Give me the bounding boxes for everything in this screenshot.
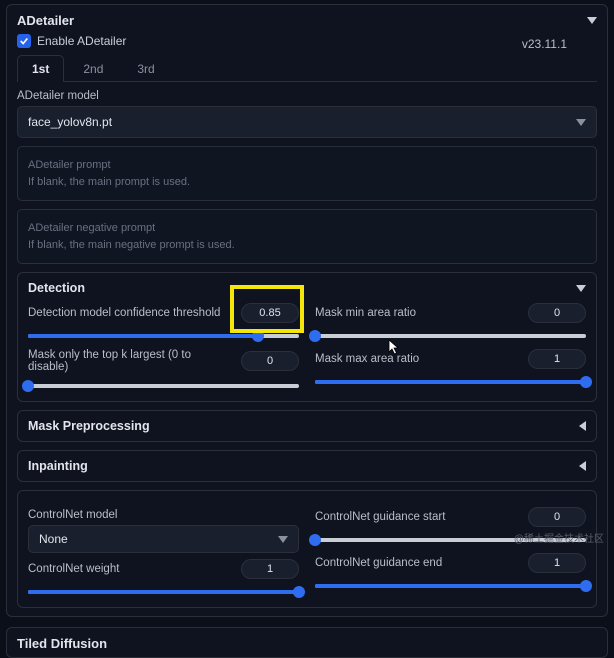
model-select[interactable]: face_yolov8n.pt [17, 106, 597, 138]
prompt-textarea[interactable]: ADetailer prompt If blank, the main prom… [17, 146, 597, 201]
controlnet-section: ControlNet model None ControlNet weight … [17, 490, 597, 608]
tiled-diffusion-header[interactable]: Tiled Diffusion [17, 636, 597, 651]
confidence-value[interactable]: 0.85 [241, 303, 299, 323]
adetailer-panel: ADetailer Enable ADetailer v23.11.1 1st … [6, 4, 608, 617]
prompt-placeholder-line1: ADetailer prompt [28, 157, 586, 174]
prompt-placeholder-line2: If blank, the main prompt is used. [28, 174, 586, 191]
neg-prompt-textarea[interactable]: ADetailer negative prompt If blank, the … [17, 209, 597, 264]
controlnet-gstart-value[interactable]: 0 [528, 507, 586, 527]
detection-title: Detection [28, 281, 85, 295]
controlnet-gstart-label: ControlNet guidance start [315, 511, 520, 523]
tiled-diffusion-panel: Tiled Diffusion [6, 627, 608, 658]
controlnet-gend-slider[interactable] [315, 579, 586, 593]
tab-1st[interactable]: 1st [17, 55, 64, 82]
tiled-diffusion-title: Tiled Diffusion [17, 636, 107, 651]
controlnet-gend-label: ControlNet guidance end [315, 557, 520, 569]
expand-icon [579, 461, 586, 471]
version-label: v23.11.1 [522, 37, 567, 51]
inpainting-title: Inpainting [28, 459, 88, 473]
minarea-slider[interactable] [315, 329, 586, 343]
detection-header[interactable]: Detection [28, 281, 586, 295]
neg-prompt-placeholder-line2: If blank, the main negative prompt is us… [28, 237, 586, 254]
topk-slider[interactable] [28, 379, 299, 393]
minarea-value[interactable]: 0 [528, 303, 586, 323]
model-label: ADetailer model [17, 90, 597, 102]
enable-adetailer-checkbox[interactable] [17, 34, 31, 48]
neg-prompt-placeholder-line1: ADetailer negative prompt [28, 220, 586, 237]
adetailer-panel-header[interactable]: ADetailer [17, 13, 597, 28]
controlnet-weight-label: ControlNet weight [28, 563, 233, 575]
model-value: face_yolov8n.pt [28, 115, 112, 129]
mask-preprocessing-title: Mask Preprocessing [28, 419, 150, 433]
detection-section: Detection Detection model confidence thr… [17, 272, 597, 402]
tab-3rd[interactable]: 3rd [122, 55, 169, 82]
confidence-slider[interactable] [28, 329, 299, 343]
maxarea-value[interactable]: 1 [528, 349, 586, 369]
inpainting-section: Inpainting [17, 450, 597, 482]
tab-2nd[interactable]: 2nd [68, 55, 118, 82]
topk-value[interactable]: 0 [241, 351, 299, 371]
adetailer-tabs: 1st 2nd 3rd [17, 54, 597, 82]
mask-preprocessing-section: Mask Preprocessing [17, 410, 597, 442]
collapse-icon [576, 285, 586, 292]
enable-adetailer-label: Enable ADetailer [37, 34, 126, 48]
watermark: @稀土掘金技术社区 [514, 530, 604, 545]
controlnet-weight-value[interactable]: 1 [241, 559, 299, 579]
expand-icon [579, 421, 586, 431]
collapse-icon [587, 17, 597, 24]
maxarea-slider[interactable] [315, 375, 586, 389]
controlnet-model-value: None [39, 532, 68, 546]
check-icon [19, 36, 29, 46]
topk-label: Mask only the top k largest (0 to disabl… [28, 349, 233, 373]
panel-title: ADetailer [17, 13, 74, 28]
chevron-down-icon [278, 536, 288, 543]
controlnet-model-label: ControlNet model [28, 509, 299, 521]
chevron-down-icon [576, 119, 586, 126]
controlnet-gend-value[interactable]: 1 [528, 553, 586, 573]
maxarea-label: Mask max area ratio [315, 353, 520, 365]
minarea-label: Mask min area ratio [315, 307, 520, 319]
inpainting-header[interactable]: Inpainting [28, 459, 586, 473]
controlnet-weight-slider[interactable] [28, 585, 299, 599]
confidence-label: Detection model confidence threshold [28, 307, 233, 319]
mask-preprocessing-header[interactable]: Mask Preprocessing [28, 419, 586, 433]
